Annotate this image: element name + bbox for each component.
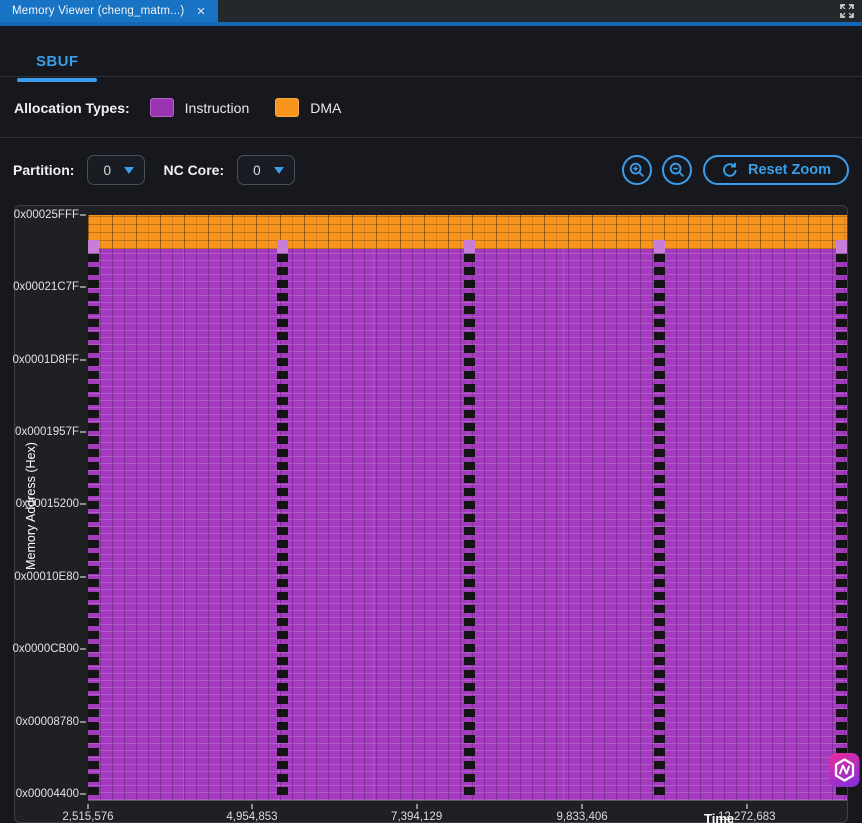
y-tick-label: 0x00015200 (16, 498, 86, 510)
x-tick-label: 4,954,853 (226, 811, 278, 823)
legend-instruction-label: Instruction (184, 99, 250, 116)
fullscreen-icon[interactable] (839, 3, 855, 19)
y-tick-label: 0x00025FFF (14, 209, 86, 221)
gap-column-cap (88, 240, 99, 254)
zoom-in-icon (629, 162, 645, 178)
neuron-profiler-logo[interactable] (829, 752, 860, 788)
y-tick-label: 0x00008780 (16, 716, 86, 728)
x-tick-mark (250, 804, 253, 809)
nc-core-label: NC Core: (163, 162, 225, 178)
x-axis: Time 2,515,576 4,954,853 7,394,129 9,833,40… (62, 801, 847, 823)
y-tick-label: 0x0000CB00 (13, 643, 87, 655)
x-tick-label: 7,394,129 (391, 811, 443, 823)
chart-controls: Partition: 0 NC Core: 0 Reset Zoom (0, 139, 862, 201)
x-axis-title: Time (704, 811, 735, 823)
x-tick-label: 2,515,576 (62, 811, 114, 823)
unallocated-gap-column (836, 254, 847, 800)
y-tick-label: 0x00010E80 (14, 571, 86, 583)
x-tick-mark (87, 804, 89, 809)
x-tick-mark (581, 804, 584, 809)
gap-column-cap (836, 240, 847, 254)
active-tab-accent-border (0, 22, 862, 26)
memory-viewer-window: Memory Viewer (cheng_matm...) ✕ SBUF All… (0, 0, 862, 823)
legend-title: Allocation Types: (14, 99, 130, 116)
y-tick-label: 0x00021C7F (13, 281, 86, 293)
refresh-icon (723, 162, 737, 177)
editor-tab-bar: Memory Viewer (cheng_matm...) ✕ (0, 0, 862, 22)
chevron-down-icon (274, 166, 285, 174)
gap-column-cap (654, 240, 665, 254)
zoom-out-button[interactable] (662, 155, 692, 185)
close-icon[interactable]: ✕ (194, 5, 207, 18)
nc-core-value: 0 (253, 162, 261, 178)
tab-sbuf[interactable]: SBUF (16, 40, 99, 82)
viewer-tab-row: SBUF (0, 40, 862, 82)
dma-color-swatch (275, 98, 300, 117)
partition-label: Partition: (13, 162, 75, 178)
memory-allocation-chart[interactable]: Memory Address (Hex) 0x00025FFF 0x00021C7… (13, 205, 848, 823)
plot-area[interactable] (88, 215, 847, 801)
legend-dma-label: DMA (310, 99, 342, 116)
gap-column-cap (277, 240, 288, 254)
unallocated-gap-column (654, 254, 665, 800)
x-tick-mark (745, 804, 748, 809)
legend-item-instruction: Instruction (149, 98, 250, 117)
chevron-down-icon (124, 166, 135, 174)
allocation-legend: Allocation Types: Instruction DMA (0, 78, 862, 138)
y-tick-label: 0x0001957F (15, 426, 86, 438)
instruction-color-swatch (149, 98, 174, 117)
partition-value: 0 (103, 162, 111, 178)
unallocated-gap-column (277, 254, 288, 800)
partition-select[interactable]: 0 (87, 155, 146, 185)
y-axis-labels: 0x00025FFF 0x00021C7F 0x0001D8FF 0x0001957F… (13, 209, 87, 801)
zoom-out-icon (669, 162, 685, 178)
legend-item-dma: DMA (275, 98, 341, 117)
tab-sbuf-label: SBUF (36, 53, 79, 70)
x-tick-label: 9,833,406 (556, 811, 608, 823)
tab-memory-viewer[interactable]: Memory Viewer (cheng_matm...) ✕ (0, 0, 218, 22)
nc-core-select[interactable]: 0 (237, 155, 296, 185)
zoom-in-button[interactable] (622, 155, 652, 185)
reset-zoom-label: Reset Zoom (748, 162, 831, 178)
tab-title: Memory Viewer (cheng_matm...) (12, 5, 185, 17)
unallocated-gap-column (88, 254, 99, 800)
reset-zoom-button[interactable]: Reset Zoom (703, 155, 849, 185)
gap-column-cap (464, 240, 475, 254)
y-tick-label: 0x0001D8FF (13, 354, 86, 366)
x-tick-mark (415, 804, 418, 809)
y-tick-label: 0x00004400 (16, 788, 86, 800)
unallocated-gap-column (464, 254, 475, 800)
